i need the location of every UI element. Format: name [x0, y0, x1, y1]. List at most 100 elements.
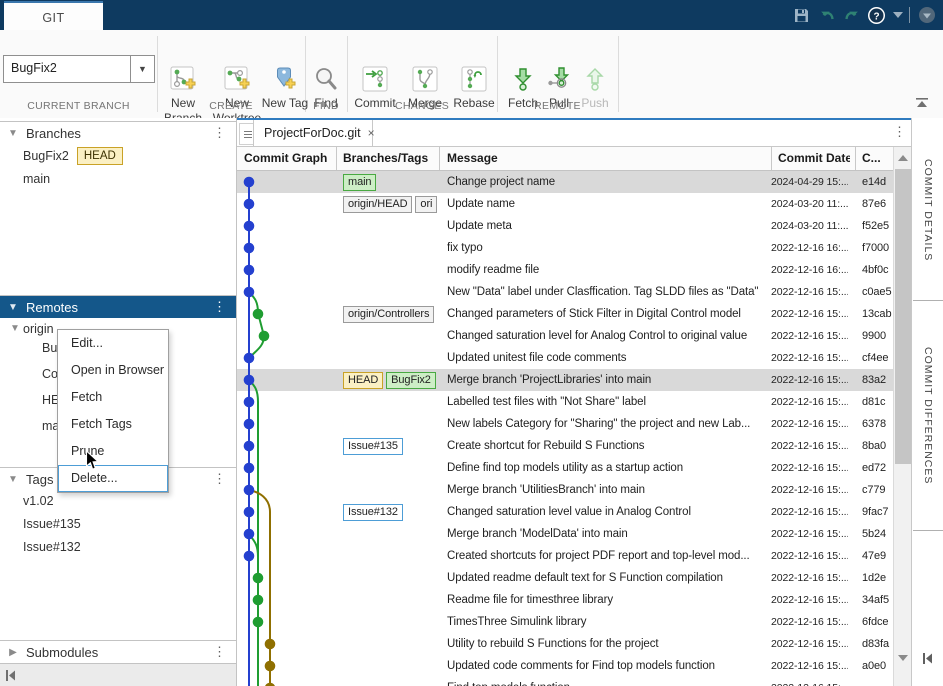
branches-tags-cell [343, 655, 438, 677]
context-menu-item[interactable]: Edit... [58, 330, 168, 357]
remotes-section-header[interactable]: ▼ Remotes ⋮ [0, 295, 236, 318]
branches-menu-icon[interactable]: ⋮ [213, 125, 226, 141]
current-branch-combobox[interactable]: BugFix2 ▼ [3, 55, 155, 83]
scroll-up-icon[interactable] [898, 155, 908, 161]
context-menu-item[interactable]: Delete... [58, 465, 168, 492]
commit-row[interactable]: fix typo2022-12-16 16:...f7000 [237, 237, 893, 259]
scrollbar-thumb[interactable] [895, 169, 911, 464]
commit-row[interactable]: TimesThree Simulink library2022-12-16 15… [237, 611, 893, 633]
tag-item[interactable]: Issue#132 [23, 537, 81, 557]
commit-row[interactable]: modify readme file2022-12-16 16:...4bf0c [237, 259, 893, 281]
submodules-section-header[interactable]: ▶ Submodules ⋮ [0, 640, 236, 663]
combobox-dropdown-button[interactable]: ▼ [130, 56, 154, 82]
commit-row[interactable]: Updated code comments for Find top model… [237, 655, 893, 677]
column-divider [855, 147, 856, 170]
tab-commit-differences[interactable]: COMMIT DIFFERENCES [913, 302, 943, 531]
close-tab-icon[interactable]: × [368, 126, 375, 140]
message-cell: Updated readme default text for S Functi… [447, 567, 769, 589]
expand-triangle-icon[interactable]: ▼ [7, 319, 23, 339]
commit-row[interactable]: Issue#132Changed saturation level value … [237, 501, 893, 523]
commit-row[interactable]: Changed saturation level for Analog Cont… [237, 325, 893, 347]
commit-row[interactable]: Updated readme default text for S Functi… [237, 567, 893, 589]
commit-id-cell: 6378 [862, 413, 892, 435]
commit-row[interactable]: Merge branch 'UtilitiesBranch' into main… [237, 479, 893, 501]
branches-tags-cell [343, 479, 438, 501]
section-divider [618, 36, 619, 112]
commit-row[interactable]: Labelled test files with "Not Share" lab… [237, 391, 893, 413]
commit-row[interactable]: HEADBugFix2Merge branch 'ProjectLibrarie… [237, 369, 893, 391]
commit-id-cell: 9fac7 [862, 501, 892, 523]
commit-date-cell: 2022-12-16 15:... [771, 589, 848, 611]
collapse-toolstrip-icon[interactable] [915, 96, 929, 114]
commit-row[interactable]: Find top models function2022-12-16 15:..… [237, 677, 893, 686]
branches-section-header[interactable]: ▼ Branches ⋮ [0, 121, 236, 144]
new-worktree-button[interactable]: New Worktree [207, 66, 267, 126]
collapse-triangle-icon[interactable]: ▼ [0, 474, 26, 485]
context-menu-item[interactable]: Fetch [58, 384, 168, 411]
commit-row[interactable]: New "Data" label under Clasffication. Ta… [237, 281, 893, 303]
column-header-commit-date[interactable]: Commit Date [778, 147, 850, 170]
undo-icon[interactable] [817, 5, 837, 25]
remote-item-origin[interactable]: ▼ origin [7, 319, 54, 339]
context-menu-item[interactable]: Prune [58, 438, 168, 465]
scroll-down-icon[interactable] [898, 655, 908, 661]
commit-row[interactable]: Define find top models utility as a star… [237, 457, 893, 479]
context-menu-item[interactable]: Fetch Tags [58, 411, 168, 438]
commit-row[interactable]: Created shortcuts for project PDF report… [237, 545, 893, 567]
tag-item[interactable]: v1.02 [23, 491, 54, 511]
collapse-triangle-icon[interactable]: ▼ [0, 128, 26, 139]
tab-projectfordoc[interactable]: ProjectForDoc.git × [253, 120, 373, 146]
branch-label: main [23, 169, 50, 189]
mouse-cursor [85, 450, 100, 476]
commit-date-cell: 2022-12-16 15:... [771, 633, 848, 655]
commit-row[interactable]: mainChange project name2024-04-29 15:...… [237, 171, 893, 193]
message-cell: Updated unitest file code comments [447, 347, 769, 369]
remote-origin-label: origin [23, 319, 54, 339]
commit-table-header: Commit Graph Branches/Tags Message Commi… [237, 147, 893, 171]
column-header-commit-graph[interactable]: Commit Graph [244, 147, 336, 170]
commit-row[interactable]: Issue#135Create shortcut for Rebuild S F… [237, 435, 893, 457]
commit-date-cell: 2022-12-16 16:... [771, 237, 848, 259]
commit-row[interactable]: Updated unitest file code comments2022-1… [237, 347, 893, 369]
column-header-commit-id[interactable]: C... [862, 147, 890, 170]
branch-item[interactable]: BugFix2HEAD [23, 146, 123, 166]
tags-menu-icon[interactable]: ⋮ [213, 471, 226, 487]
table-menu-icon[interactable]: ⋮ [893, 124, 906, 140]
commit-id-cell: 9900 [862, 325, 892, 347]
commit-row[interactable]: Update meta2024-03-20 11:...f52e5 [237, 215, 893, 237]
commit-date-cell: 2022-12-16 15:... [771, 281, 848, 303]
commit-row[interactable]: origin/HEADoriUpdate name2024-03-20 11:.… [237, 193, 893, 215]
collapse-panel-right-icon[interactable] [921, 652, 934, 670]
submodules-menu-icon[interactable]: ⋮ [213, 644, 226, 660]
column-header-branches-tags[interactable]: Branches/Tags [343, 147, 439, 170]
commit-id-cell: d83fa [862, 633, 892, 655]
commit-id-cell: a0e0 [862, 655, 892, 677]
table-vertical-scrollbar[interactable] [893, 147, 912, 686]
expand-triangle-icon[interactable]: ▶ [0, 647, 26, 658]
column-header-message[interactable]: Message [447, 147, 765, 170]
commit-row[interactable]: Utility to rebuild S Functions for the p… [237, 633, 893, 655]
ref-badge: HEAD [343, 372, 383, 389]
help-icon[interactable]: ? [866, 5, 886, 25]
commit-id-cell [862, 677, 892, 686]
branch-item[interactable]: main [23, 169, 50, 189]
panel-menu-icon[interactable] [917, 5, 937, 25]
commit-row[interactable]: New labels Category for "Sharing" the pr… [237, 413, 893, 435]
context-menu-item[interactable]: Open in Browser [58, 357, 168, 384]
save-icon[interactable] [791, 5, 811, 25]
branches-tags-cell: HEADBugFix2 [343, 369, 438, 391]
help-dropdown-icon[interactable] [888, 5, 908, 25]
commit-row[interactable]: Readme file for timesthree library2022-1… [237, 589, 893, 611]
tab-commit-details[interactable]: COMMIT DETAILS [913, 120, 943, 301]
branches-tags-cell [343, 611, 438, 633]
collapse-triangle-icon[interactable]: ▼ [0, 302, 26, 313]
commit-row[interactable]: origin/ControllersChanged parameters of … [237, 303, 893, 325]
tag-item[interactable]: Issue#135 [23, 514, 81, 534]
commit-differences-label: COMMIT DIFFERENCES [922, 347, 934, 484]
remotes-menu-icon[interactable]: ⋮ [213, 299, 226, 315]
tab-git[interactable]: GIT [4, 1, 103, 32]
commit-row[interactable]: Merge branch 'ModelData' into main2022-1… [237, 523, 893, 545]
new-branch-button[interactable]: New Branch [155, 66, 211, 126]
collapse-panel-left-icon[interactable] [4, 669, 17, 686]
redo-icon[interactable] [842, 5, 862, 25]
